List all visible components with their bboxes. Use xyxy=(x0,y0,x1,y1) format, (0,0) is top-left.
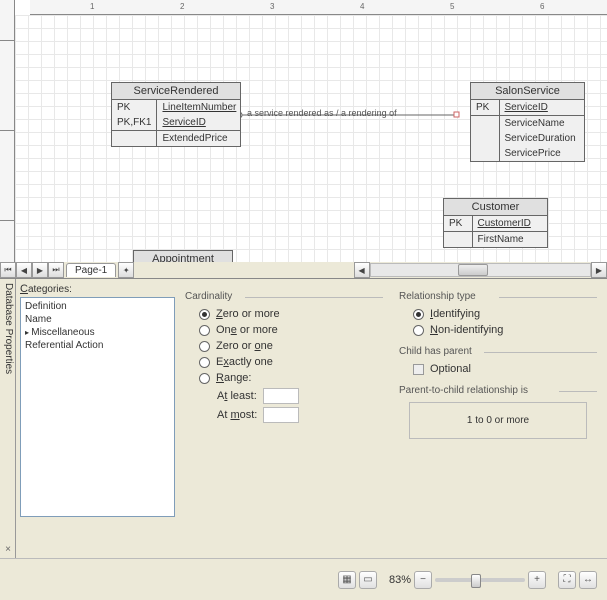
nav-last-icon[interactable]: ⏭ xyxy=(48,262,64,278)
radio-zero-or-one[interactable]: Zero or one xyxy=(199,340,383,352)
new-page-icon[interactable]: ✦ xyxy=(118,262,134,278)
nav-next-icon[interactable]: ▶ xyxy=(32,262,48,278)
ruler-vertical xyxy=(0,0,15,278)
radio-identifying[interactable]: Identifying xyxy=(413,308,597,320)
entity-title: Customer xyxy=(444,199,547,216)
close-panel-icon[interactable]: × xyxy=(2,544,14,556)
range-at-least: At least: xyxy=(217,388,383,404)
category-item[interactable]: Definition xyxy=(23,300,172,313)
radio-one-or-more[interactable]: One or more xyxy=(199,324,383,336)
radio-exactly-one[interactable]: Exactly one xyxy=(199,356,383,368)
entity-customer[interactable]: Customer PKCustomerID FirstName xyxy=(443,198,548,248)
categories-list[interactable]: Definition Name Miscellaneous Referentia… xyxy=(20,297,175,517)
group-title: Relationship type xyxy=(399,291,597,302)
radio-non-identifying[interactable]: Non-identifying xyxy=(413,324,597,336)
page-tab[interactable]: Page-1 xyxy=(66,263,116,277)
relationship-type-group: Relationship type Identifying Non-identi… xyxy=(393,283,603,554)
category-item-selected[interactable]: Miscellaneous xyxy=(23,326,172,339)
radio-icon[interactable] xyxy=(199,357,210,368)
radio-icon[interactable] xyxy=(413,309,424,320)
view-presentation-icon[interactable]: ▭ xyxy=(359,571,377,589)
nav-first-icon[interactable]: ⏮ xyxy=(0,262,16,278)
category-item[interactable]: Referential Action xyxy=(23,339,172,352)
page-tab-bar: ⏮ ◀ ▶ ⏭ Page-1 ✦ ◀ ▶ xyxy=(0,262,607,278)
relationship-label[interactable]: a service rendered as / a rendering of xyxy=(247,108,397,118)
categories-label: Categories: xyxy=(20,283,175,295)
at-least-input xyxy=(263,388,299,404)
zoom-out-icon[interactable]: − xyxy=(414,571,432,589)
scroll-left-icon[interactable]: ◀ xyxy=(354,262,370,278)
categories-section: Categories: Definition Name Miscellaneou… xyxy=(20,283,175,554)
view-normal-icon[interactable]: ▦ xyxy=(338,571,356,589)
zoom-value: 83% xyxy=(389,574,411,586)
group-title: Parent-to-child relationship is xyxy=(399,385,597,396)
parent-child-value: 1 to 0 or more xyxy=(409,402,587,439)
zoom-in-icon[interactable]: + xyxy=(528,571,546,589)
entity-title: ServiceRendered xyxy=(112,83,240,100)
range-at-most: At most: xyxy=(217,407,383,423)
radio-icon[interactable] xyxy=(413,325,424,336)
ruler-horizontal: 1 2 3 4 5 6 xyxy=(30,0,607,15)
checkbox-icon xyxy=(413,364,424,375)
radio-icon[interactable] xyxy=(199,341,210,352)
status-bar: ▦ ▭ 83% − + ⛶ ↔ xyxy=(0,558,607,600)
radio-icon[interactable] xyxy=(199,325,210,336)
zoom-slider[interactable] xyxy=(435,578,525,582)
radio-range[interactable]: Range: xyxy=(199,372,383,384)
radio-icon[interactable] xyxy=(199,309,210,320)
group-title: Child has parent xyxy=(399,346,597,357)
at-most-input xyxy=(263,407,299,423)
checkbox-optional: Optional xyxy=(413,363,597,375)
fit-width-icon[interactable]: ↔ xyxy=(579,571,597,589)
fit-page-icon[interactable]: ⛶ xyxy=(558,571,576,589)
radio-zero-or-more[interactable]: Zero or more xyxy=(199,308,383,320)
scroll-right-icon[interactable]: ▶ xyxy=(591,262,607,278)
hscroll-track[interactable] xyxy=(370,263,591,277)
category-item[interactable]: Name xyxy=(23,313,172,326)
database-properties-panel: Database Properties × Categories: Defini… xyxy=(0,278,607,558)
panel-side-tab[interactable]: Database Properties xyxy=(0,279,16,558)
nav-prev-icon[interactable]: ◀ xyxy=(16,262,32,278)
entity-title: SalonService xyxy=(471,83,584,100)
entity-salon-service[interactable]: SalonService PKServiceID ServiceName Ser… xyxy=(470,82,585,162)
radio-icon[interactable] xyxy=(199,373,210,384)
hscroll-thumb[interactable] xyxy=(458,264,488,276)
diagram-canvas[interactable]: 1 2 3 4 5 6 a service rendered as / a re… xyxy=(15,0,607,278)
entity-service-rendered[interactable]: ServiceRendered PKLineItemNumber PK,FK1S… xyxy=(111,82,241,147)
cardinality-group: Cardinality Zero or more One or more Zer… xyxy=(179,283,389,554)
group-title: Cardinality xyxy=(185,291,383,302)
